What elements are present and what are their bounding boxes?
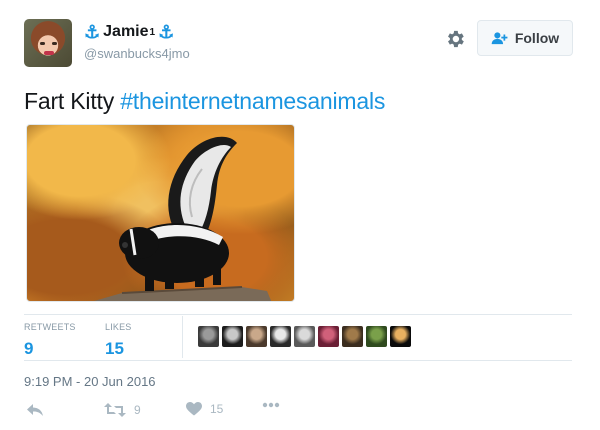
- tweet-photo[interactable]: [26, 124, 295, 302]
- avatar-eye: [40, 42, 45, 45]
- user-handle[interactable]: @swanbucks4jmo: [84, 46, 190, 61]
- liker-avatar-7[interactable]: [342, 326, 363, 347]
- likes-count: 15: [105, 339, 124, 358]
- reply-button[interactable]: [26, 402, 44, 418]
- skunk-illustration: [94, 136, 272, 301]
- liker-avatar-2[interactable]: [222, 326, 243, 347]
- liker-avatar-5[interactable]: [294, 326, 315, 347]
- stats-separator: [182, 316, 183, 358]
- display-name-row[interactable]: ⚓︎ Jamie 1 ⚓︎: [84, 22, 190, 42]
- liker-avatar-9[interactable]: [390, 326, 411, 347]
- tweet-text: Fart Kitty #theinternetnamesanimals: [24, 88, 385, 115]
- like-button[interactable]: 15: [186, 402, 223, 416]
- avatar-mouth: [44, 51, 54, 55]
- tweet-card: ⚓︎ Jamie 1 ⚓︎ @swanbucks4jmo Follow Fart…: [0, 0, 600, 430]
- liker-avatar-6[interactable]: [318, 326, 339, 347]
- follow-button[interactable]: Follow: [477, 20, 573, 56]
- more-button[interactable]: [262, 402, 280, 408]
- liker-avatar-4[interactable]: [270, 326, 291, 347]
- avatar-eye: [52, 42, 57, 45]
- retweets-label: RETWEETS: [24, 322, 76, 332]
- tweet-timestamp[interactable]: 9:19 PM - 20 Jun 2016: [24, 374, 156, 389]
- liker-avatar-3[interactable]: [246, 326, 267, 347]
- user-avatar[interactable]: [24, 19, 72, 67]
- display-name: Jamie: [103, 23, 149, 40]
- divider: [24, 314, 572, 315]
- retweets-stat[interactable]: RETWEETS 9: [24, 322, 76, 359]
- tweet-body: Fart Kitty: [24, 88, 121, 114]
- follow-label: Follow: [514, 30, 560, 46]
- liker-avatar-1[interactable]: [198, 326, 219, 347]
- heart-icon: [186, 402, 202, 416]
- likes-label: LIKES: [105, 322, 132, 332]
- liker-avatars: [198, 326, 411, 347]
- anchor-icon: ⚓︎: [84, 22, 101, 42]
- hashtag-link[interactable]: #theinternetnamesanimals: [120, 88, 385, 114]
- retweet-icon: [104, 403, 126, 417]
- gear-icon[interactable]: [444, 28, 466, 50]
- anchor-icon: ⚓︎: [158, 22, 175, 42]
- divider: [24, 360, 572, 361]
- retweet-button[interactable]: 9: [104, 402, 141, 418]
- retweets-count: 9: [24, 339, 34, 358]
- likes-stat[interactable]: LIKES 15: [105, 322, 132, 359]
- reply-icon: [27, 404, 43, 416]
- add-user-icon: [491, 32, 508, 45]
- user-names: ⚓︎ Jamie 1 ⚓︎ @swanbucks4jmo: [84, 22, 190, 61]
- more-dots-icon: [262, 402, 280, 408]
- retweet-count: 9: [134, 403, 141, 417]
- display-name-suffix: 1: [149, 26, 156, 38]
- like-count: 15: [210, 402, 224, 416]
- liker-avatar-8[interactable]: [366, 326, 387, 347]
